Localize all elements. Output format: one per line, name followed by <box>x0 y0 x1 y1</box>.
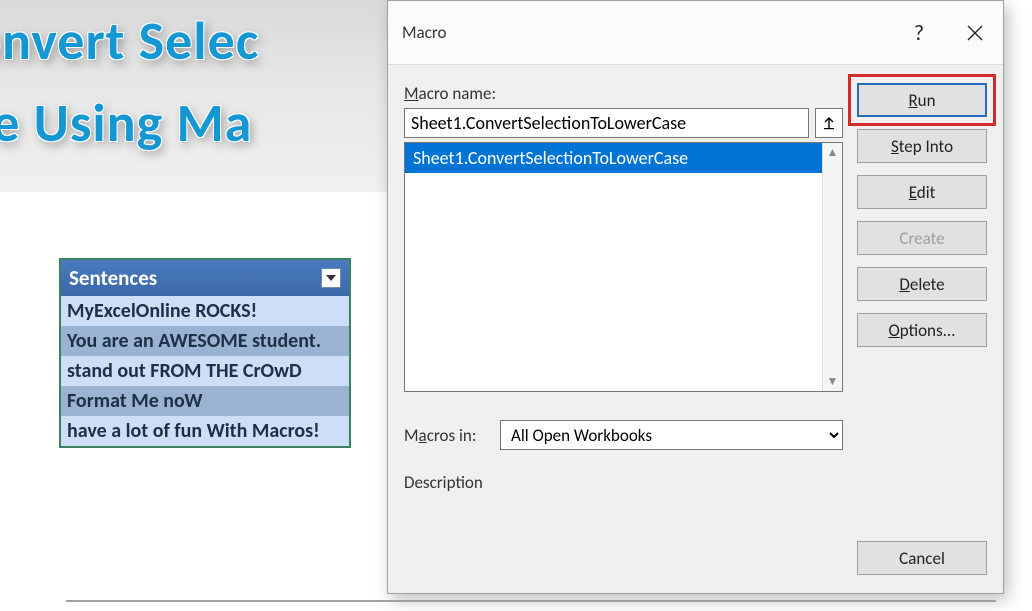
macro-listbox[interactable]: Sheet1.ConvertSelectionToLowerCase ▲ ▼ <box>404 142 843 392</box>
step-into-button[interactable]: Step Into <box>857 129 987 163</box>
table-row[interactable]: MyExcelOnline ROCKS! <box>61 296 349 326</box>
horizontal-rule <box>66 600 996 602</box>
cancel-button[interactable]: Cancel <box>857 541 987 575</box>
macros-in-select[interactable]: All Open Workbooks <box>500 420 843 450</box>
banner-line-1: onvert Selec <box>0 8 259 74</box>
dialog-title: Macro <box>402 22 446 43</box>
list-item[interactable]: Sheet1.ConvertSelectionToLowerCase <box>405 143 822 173</box>
scroll-down-icon[interactable]: ▼ <box>827 374 839 389</box>
close-button[interactable] <box>947 1 1003 64</box>
description-label: Description <box>404 472 843 493</box>
dialog-title-bar: Macro ? <box>388 1 1003 65</box>
help-button[interactable]: ? <box>891 1 947 64</box>
listbox-scrollbar[interactable]: ▲ ▼ <box>822 143 842 391</box>
filter-dropdown-button[interactable] <box>321 268 341 288</box>
macro-name-label: Macro name: <box>404 83 843 104</box>
table-row[interactable]: You are an AWESOME student. <box>61 326 349 356</box>
run-button[interactable]: Run <box>857 83 987 117</box>
reference-edit-button[interactable] <box>815 108 843 138</box>
reference-icon <box>822 116 836 130</box>
table-header-row: Sentences <box>61 260 349 296</box>
excel-table[interactable]: Sentences MyExcelOnline ROCKS! You are a… <box>59 258 351 448</box>
help-icon: ? <box>914 19 924 46</box>
macro-dialog: Macro ? Macro name: <box>387 0 1004 594</box>
banner-line-2: ase Using Ma <box>0 90 252 156</box>
table-header-label: Sentences <box>69 265 157 291</box>
scroll-up-icon[interactable]: ▲ <box>827 145 839 160</box>
macros-in-label: Macros in: <box>404 425 488 446</box>
chevron-down-icon <box>326 275 336 281</box>
close-icon <box>967 25 983 41</box>
edit-button[interactable]: Edit <box>857 175 987 209</box>
table-row[interactable]: Format Me noW <box>61 386 349 416</box>
delete-button[interactable]: Delete <box>857 267 987 301</box>
table-row[interactable]: stand out FROM THE CrOwD <box>61 356 349 386</box>
background-banner: onvert Selec ase Using Ma <box>0 0 390 192</box>
options-button[interactable]: Options... <box>857 313 987 347</box>
run-button-highlight: Run <box>848 74 996 126</box>
table-row[interactable]: have a lot of fun With Macros! <box>61 416 349 446</box>
create-button: Create <box>857 221 987 255</box>
macro-name-input[interactable] <box>404 108 809 138</box>
